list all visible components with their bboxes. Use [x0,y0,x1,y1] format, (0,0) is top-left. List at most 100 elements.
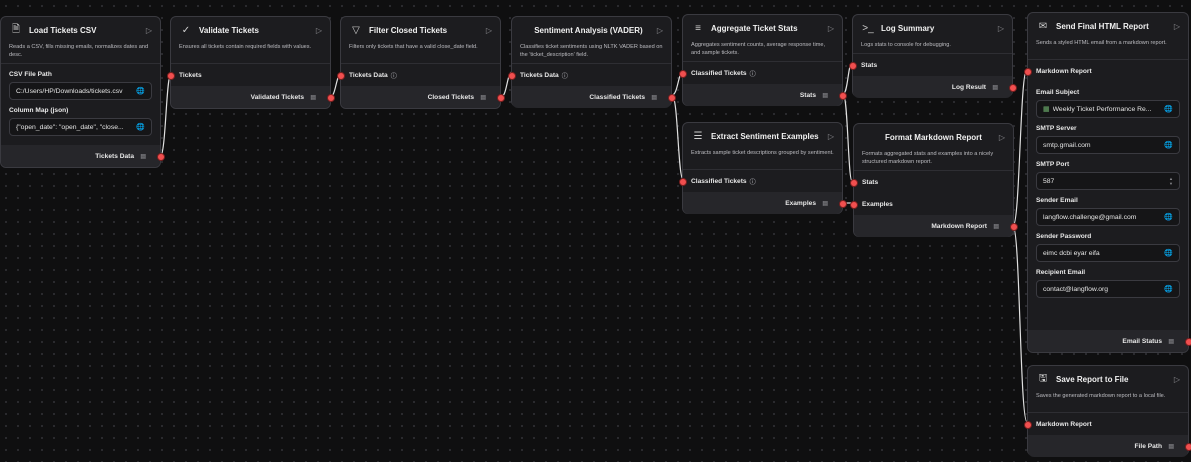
info-icon: ⓘ [561,73,568,80]
output-file-path: File Path ▤ [1028,435,1191,457]
globe-icon[interactable]: 🌐 [1164,249,1173,257]
sender-password-input[interactable]: eimc dcbi eyar eifa 🌐 [1036,244,1180,262]
output-port[interactable] [839,92,847,100]
globe-icon[interactable]: 🌐 [136,123,145,131]
output-log-result: Log Result ▤ [853,76,1017,98]
input-port[interactable] [679,70,687,78]
node-send-final-html-report[interactable]: ✉ Send Final HTML Report ▷ Sends a styled … [1024,12,1191,353]
recipient-email-label: Recipient Email [1036,269,1086,276]
eye-icon[interactable]: ▤ [310,94,316,101]
output-stats: Stats ▤ [683,84,847,106]
play-icon[interactable]: ▷ [828,132,834,141]
column-map-label: Column Map (json) [9,107,69,114]
node-aggregate-ticket-stats[interactable]: ≡ Aggregate Ticket Stats ▷ Aggregates sent… [679,14,847,106]
node-title: Send Final HTML Report [1056,21,1149,31]
input-stats: Stats [849,54,1012,76]
play-icon[interactable]: ▷ [1174,375,1180,384]
play-icon[interactable]: ▷ [828,24,834,33]
node-title: Sentiment Analysis (VADER) [534,25,643,35]
output-port[interactable] [497,94,505,102]
output-validated-tickets: Validated Tickets ▤ [171,86,335,108]
node-description: Saves the generated markdown report to a… [1036,393,1166,399]
node-title: Load Tickets CSV [29,25,97,35]
play-icon[interactable]: ▷ [999,133,1005,142]
input-classified-tickets: Classified Tickets ⓘ [679,170,842,192]
email-subject-input[interactable]: ▦ Weekly Ticket Performance Re... 🌐 [1036,100,1180,118]
email-subject-label: Email Subject [1036,89,1080,96]
smtp-server-input[interactable]: smtp.gmail.com 🌐 [1036,136,1180,154]
node-description: Reads a CSV, fills missing emails, norma… [9,44,149,58]
node-title: Format Markdown Report [884,132,982,142]
node-title: Log Summary [881,23,935,33]
node-description: Extracts sample ticket descriptions grou… [691,150,834,156]
node-format-markdown-report[interactable]: Format Markdown Report ▷ Formats aggregat… [850,123,1018,237]
output-port[interactable] [839,200,847,208]
recipient-email-input[interactable]: contact@langflow.org 🌐 [1036,280,1180,298]
play-icon[interactable]: ▷ [1174,22,1180,31]
smtp-port-input[interactable]: 587 ▲ ▼ [1036,172,1180,190]
smtp-port-label: SMTP Port [1036,161,1070,168]
node-load-tickets-csv[interactable]: 🗎 Load Tickets CSV ▷ Reads a CSV, fills mi… [0,16,165,168]
output-port[interactable] [668,94,676,102]
chart-icon: ≡ [695,22,701,34]
node-extract-sentiment-examples[interactable]: ☰ Extract Sentiment Examples ▷ Extracts sa… [679,122,847,214]
eye-icon[interactable]: ▤ [822,200,828,207]
input-port[interactable] [679,178,687,186]
output-port[interactable] [1185,338,1191,346]
eye-icon[interactable]: ▤ [1168,338,1174,345]
output-port[interactable] [1009,84,1017,92]
input-stats: Stats [850,171,1013,193]
eye-icon[interactable]: ▤ [651,94,657,101]
node-sentiment-analysis[interactable]: Sentiment Analysis (VADER) ▷ Classifies t… [508,16,676,108]
input-port[interactable] [1024,68,1032,76]
node-filter-closed-tickets[interactable]: ▽ Filter Closed Tickets ▷ Filters only tic… [337,16,505,109]
input-port[interactable] [850,179,858,187]
eye-icon[interactable]: ▤ [822,92,828,99]
globe-icon[interactable]: 🌐 [1164,285,1173,293]
output-port[interactable] [327,94,335,102]
eye-icon[interactable]: ▤ [480,94,486,101]
play-icon[interactable]: ▷ [316,26,322,35]
csv-file-path-input[interactable]: C:/Users/HP/Downloads/tickets.csv 🌐 [9,82,152,100]
terminal-icon: >_ [862,22,874,34]
play-icon[interactable]: ▷ [998,24,1004,33]
input-port[interactable] [850,201,858,209]
node-title: Filter Closed Tickets [369,25,448,35]
eye-icon[interactable]: ▤ [992,84,998,91]
output-port[interactable] [1010,223,1018,231]
output-markdown-report: Markdown Report ▤ [854,215,1018,237]
output-port[interactable] [1185,443,1191,451]
input-tickets-data: Tickets Data ⓘ [337,64,500,86]
output-port[interactable] [157,153,165,161]
sender-email-label: Sender Email [1036,197,1078,204]
input-markdown-report: Markdown Report [1024,413,1188,435]
input-port[interactable] [167,72,175,80]
eye-icon[interactable]: ▤ [140,153,146,160]
input-port[interactable] [337,72,345,80]
play-icon[interactable]: ▷ [486,26,492,35]
node-title: Save Report to File [1056,374,1129,384]
stepper-icon[interactable]: ▲ ▼ [1169,176,1173,186]
globe-icon[interactable]: 🌐 [136,87,145,95]
input-port[interactable] [1024,421,1032,429]
input-classified-tickets: Classified Tickets ⓘ [679,62,842,84]
globe-icon[interactable]: 🌐 [1164,213,1173,221]
input-port[interactable] [849,62,857,70]
play-icon[interactable]: ▷ [657,26,663,35]
sender-email-input[interactable]: langflow.challenge@gmail.com 🌐 [1036,208,1180,226]
play-icon[interactable]: ▷ [146,26,152,35]
node-description: Classifies ticket sentiments using NLTK … [520,44,663,58]
info-icon: ⓘ [749,71,756,78]
node-validate-tickets[interactable]: ✓ Validate Tickets ▷ Ensures all tickets c… [167,16,335,109]
node-log-summary[interactable]: >_ Log Summary ▷ Logs stats to console for… [849,14,1017,98]
globe-icon[interactable]: 🌐 [1164,105,1173,113]
output-tickets-data: Tickets Data ▤ [1,145,165,167]
node-save-report-to-file[interactable]: 🖫 Save Report to File ▷ Saves the generate… [1024,365,1191,457]
column-map-input[interactable]: {"open_date": "open_date", "close... 🌐 [9,118,152,136]
input-port[interactable] [508,72,516,80]
eye-icon[interactable]: ▤ [1168,443,1174,450]
output-closed-tickets: Closed Tickets ▤ [341,86,505,108]
info-icon: ⓘ [390,73,397,80]
globe-icon[interactable]: 🌐 [1164,141,1173,149]
eye-icon[interactable]: ▤ [993,223,999,230]
